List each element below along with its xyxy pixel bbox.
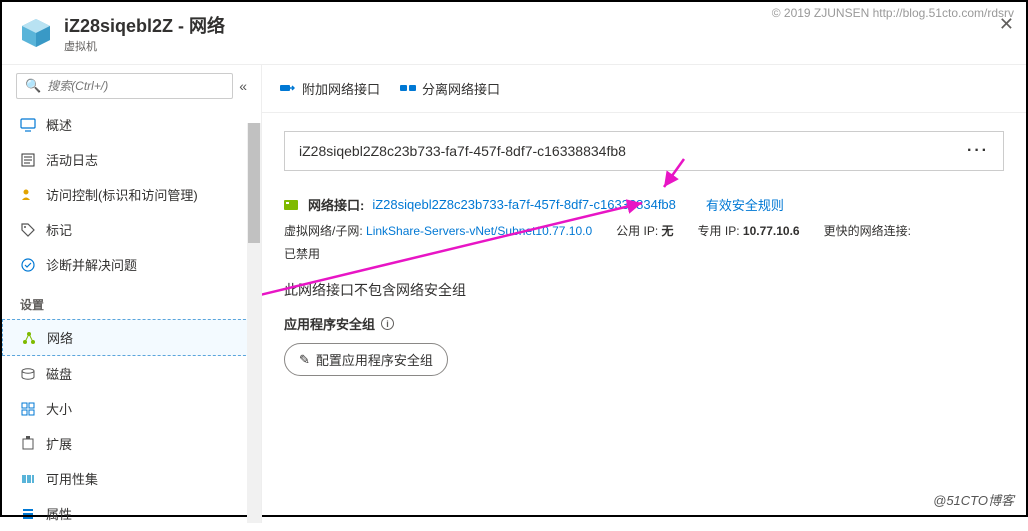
attach-nic-button[interactable]: 附加网络接口 (280, 79, 380, 98)
sidebar-item-label: 标记 (46, 220, 72, 239)
attach-icon (280, 81, 296, 97)
info-icon[interactable]: i (381, 317, 394, 330)
asg-label-row: 应用程序安全组 i (284, 314, 1004, 333)
extensions-icon (20, 436, 36, 452)
availability-set-icon (20, 471, 36, 487)
private-ip-label: 专用 IP: (698, 224, 740, 238)
nic-id-value: iZ28siqebl2Z8c23b733-fa7f-457f-8df7-c163… (299, 143, 626, 159)
sidebar-item-properties[interactable]: 属性 (2, 496, 261, 531)
nic-link[interactable]: iZ28siqebl2Z8c23b733-fa7f-457f-8df7-c163… (372, 197, 676, 212)
sidebar-item-overview[interactable]: 概述 (2, 107, 261, 142)
sidebar-item-disks[interactable]: 磁盘 (2, 356, 261, 391)
sidebar-item-label: 属性 (46, 504, 72, 523)
nic-label: 网络接口: (308, 195, 364, 214)
size-icon (20, 401, 36, 417)
detach-nic-button[interactable]: 分离网络接口 (400, 79, 500, 98)
sidebar: 🔍 « 概述 活动日志 访问控制(标识和访问管理) 标记 诊断并解决问题 设置 (2, 65, 262, 523)
sidebar-item-activity-log[interactable]: 活动日志 (2, 142, 261, 177)
pencil-icon: ✎ (299, 352, 310, 368)
sidebar-item-label: 网络 (47, 328, 73, 347)
sidebar-item-diagnose[interactable]: 诊断并解决问题 (2, 247, 261, 282)
sidebar-item-label: 大小 (46, 399, 72, 418)
public-ip-label: 公用 IP: (616, 224, 658, 238)
watermark-bottom: @51CTO博客 (933, 490, 1014, 509)
configure-asg-button[interactable]: ✎ 配置应用程序安全组 (284, 343, 448, 376)
monitor-icon (20, 117, 36, 133)
search-input[interactable] (47, 79, 224, 93)
access-control-icon (20, 187, 36, 203)
toolbar: 附加网络接口 分离网络接口 (262, 65, 1026, 113)
content-area: 附加网络接口 分离网络接口 iZ28siqebl2Z8c23b733-fa7f-… (262, 65, 1026, 523)
effective-rules-link[interactable]: 有效安全规则 (706, 195, 784, 214)
sidebar-scrollbar-thumb[interactable] (248, 123, 260, 243)
accel-net-status: 已禁用 (284, 245, 1004, 262)
vnet-link[interactable]: LinkShare-Servers-vNet/Subnet10.77.10.0 (366, 224, 592, 238)
search-box[interactable]: 🔍 (16, 73, 233, 99)
nic-icon (284, 198, 300, 212)
sidebar-item-size[interactable]: 大小 (2, 391, 261, 426)
detach-icon (400, 81, 416, 97)
activity-log-icon (20, 152, 36, 168)
sidebar-section-settings: 设置 (2, 282, 261, 319)
sidebar-item-network[interactable]: 网络 (2, 319, 261, 356)
private-ip-value: 10.77.10.6 (743, 224, 800, 238)
vnet-label: 虚拟网络/子网: (284, 224, 363, 238)
nic-id-box: iZ28siqebl2Z8c23b733-fa7f-457f-8df7-c163… (284, 131, 1004, 171)
sidebar-item-availability-set[interactable]: 可用性集 (2, 461, 261, 496)
more-icon[interactable]: ··· (967, 142, 989, 160)
diagnose-icon (20, 257, 36, 273)
sidebar-item-label: 可用性集 (46, 469, 98, 488)
network-icon (21, 330, 37, 346)
sidebar-scrollbar[interactable] (247, 123, 261, 523)
page-title: iZ28siqebl2Z - 网络 (64, 12, 225, 38)
toolbar-label: 分离网络接口 (422, 79, 500, 98)
collapse-sidebar-icon[interactable]: « (239, 78, 247, 94)
tag-icon (20, 222, 36, 238)
sidebar-item-extensions[interactable]: 扩展 (2, 426, 261, 461)
public-ip-value: 无 (662, 224, 674, 238)
sidebar-item-label: 活动日志 (46, 150, 98, 169)
watermark-top: © 2019 ZJUNSEN http://blog.51cto.com/rds… (772, 6, 1014, 20)
sidebar-item-access-control[interactable]: 访问控制(标识和访问管理) (2, 177, 261, 212)
disk-icon (20, 366, 36, 382)
sidebar-item-label: 扩展 (46, 434, 72, 453)
asg-label: 应用程序安全组 (284, 314, 375, 333)
no-nsg-text: 此网络接口不包含网络安全组 (284, 280, 1004, 300)
sidebar-item-label: 磁盘 (46, 364, 72, 383)
search-icon: 🔍 (25, 78, 41, 94)
sidebar-item-label: 访问控制(标识和访问管理) (46, 185, 198, 204)
sidebar-item-label: 概述 (46, 115, 72, 134)
sidebar-item-tags[interactable]: 标记 (2, 212, 261, 247)
toolbar-label: 附加网络接口 (302, 79, 380, 98)
vm-cube-icon (20, 17, 52, 49)
properties-icon (20, 506, 36, 522)
faster-net-label: 更快的网络连接: (824, 222, 911, 239)
page-subtitle: 虚拟机 (64, 38, 225, 54)
configure-asg-label: 配置应用程序安全组 (316, 350, 433, 369)
sidebar-item-label: 诊断并解决问题 (46, 255, 137, 274)
